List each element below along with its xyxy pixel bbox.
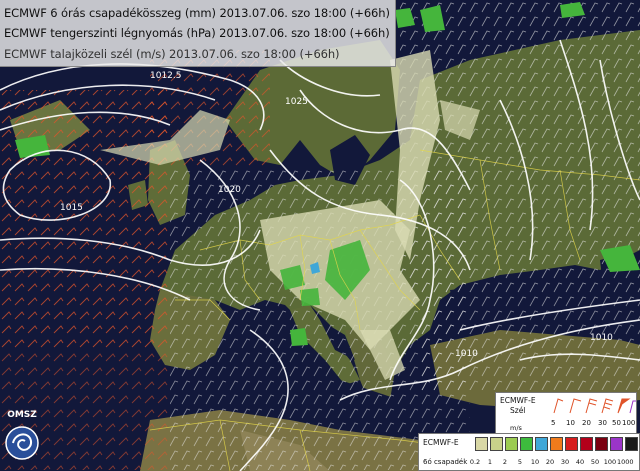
title-precipitation: ECMWF 6 órás csapadékösszeg (mm) 2013.07… [4, 6, 390, 20]
precip-swatch [475, 437, 488, 451]
precip-swatch [595, 437, 608, 451]
weather-map-view: 1012.5 1025 1020 1010 1015 1010 ECMWF 6 … [0, 0, 640, 471]
precip-swatch [505, 437, 518, 451]
omsz-logo: OMSZ [3, 410, 41, 468]
wind-legend: ECMWF-E Szél m/s 5 10 20 30 50 100 [495, 392, 637, 437]
precip-legend-value: 0.2 [469, 458, 481, 466]
precip-legend-value: 1 [487, 458, 493, 466]
isobar-label-1010-a: 1010 [455, 349, 478, 359]
precip-swatch [535, 437, 548, 451]
isobar-label-1020: 1020 [218, 185, 241, 195]
wind-legend-value: 5 [551, 419, 556, 427]
omsz-logo-text: OMSZ [7, 410, 37, 420]
barb-sample-50 [617, 398, 631, 414]
precip-legend-value: 2 [502, 458, 508, 466]
map-title-panel: ECMWF 6 órás csapadékösszeg (mm) 2013.07… [0, 0, 396, 67]
barb-sample-5 [553, 398, 564, 414]
wind-legend-value: 30 [598, 419, 607, 427]
precip-legend-value: 1000 [617, 458, 634, 466]
barb-sample-20 [585, 398, 598, 414]
precip-legend-value: 40 [575, 458, 585, 466]
isobar-label-1010-b: 1010 [590, 333, 613, 343]
precip-legend-value: 100 [603, 458, 617, 466]
precip-swatch [550, 437, 563, 451]
omsz-logo-icon [5, 426, 39, 460]
precip-swatch [580, 437, 593, 451]
precip-swatch [625, 437, 638, 451]
precip-swatch [490, 437, 503, 451]
precip-legend-value: 20 [545, 458, 555, 466]
precip-legend-subtitle: 6ó csapadék [423, 458, 468, 466]
precip-legend-value: 5 [517, 458, 523, 466]
precip-swatch [565, 437, 578, 451]
precip-swatch [610, 437, 623, 451]
title-wind: ECMWF talajközeli szél (m/s) 2013.07.06.… [4, 47, 340, 61]
precip-legend-value: 30 [560, 458, 570, 466]
wind-barb-samples [553, 398, 636, 414]
precip-legend-value: 50 [590, 458, 600, 466]
isobar-label-1015: 1015 [60, 203, 83, 213]
barb-sample-100 [629, 400, 636, 414]
barb-sample-10 [569, 398, 582, 414]
isobar-label-1025: 1025 [285, 97, 308, 107]
wind-legend-value: 20 [582, 419, 591, 427]
wind-legend-value: 50 [612, 419, 621, 427]
precipitation-legend: ECMWF-E 6ó csapadék 0.2 1 2 5 10 20 30 40 50 100 1… [418, 433, 640, 471]
wind-legend-value: 100 [622, 419, 636, 427]
barb-sample-30 [601, 398, 614, 414]
wind-legend-value: 10 [566, 419, 575, 427]
isobar-label-1012: 1012.5 [150, 71, 182, 81]
precip-swatch [520, 437, 533, 451]
wind-legend-unit: m/s [510, 424, 522, 432]
title-pressure: ECMWF tengerszinti légnyomás (hPa) 2013.… [4, 26, 390, 40]
precip-legend-value: 10 [530, 458, 540, 466]
precip-legend-title: ECMWF-E [423, 438, 459, 447]
